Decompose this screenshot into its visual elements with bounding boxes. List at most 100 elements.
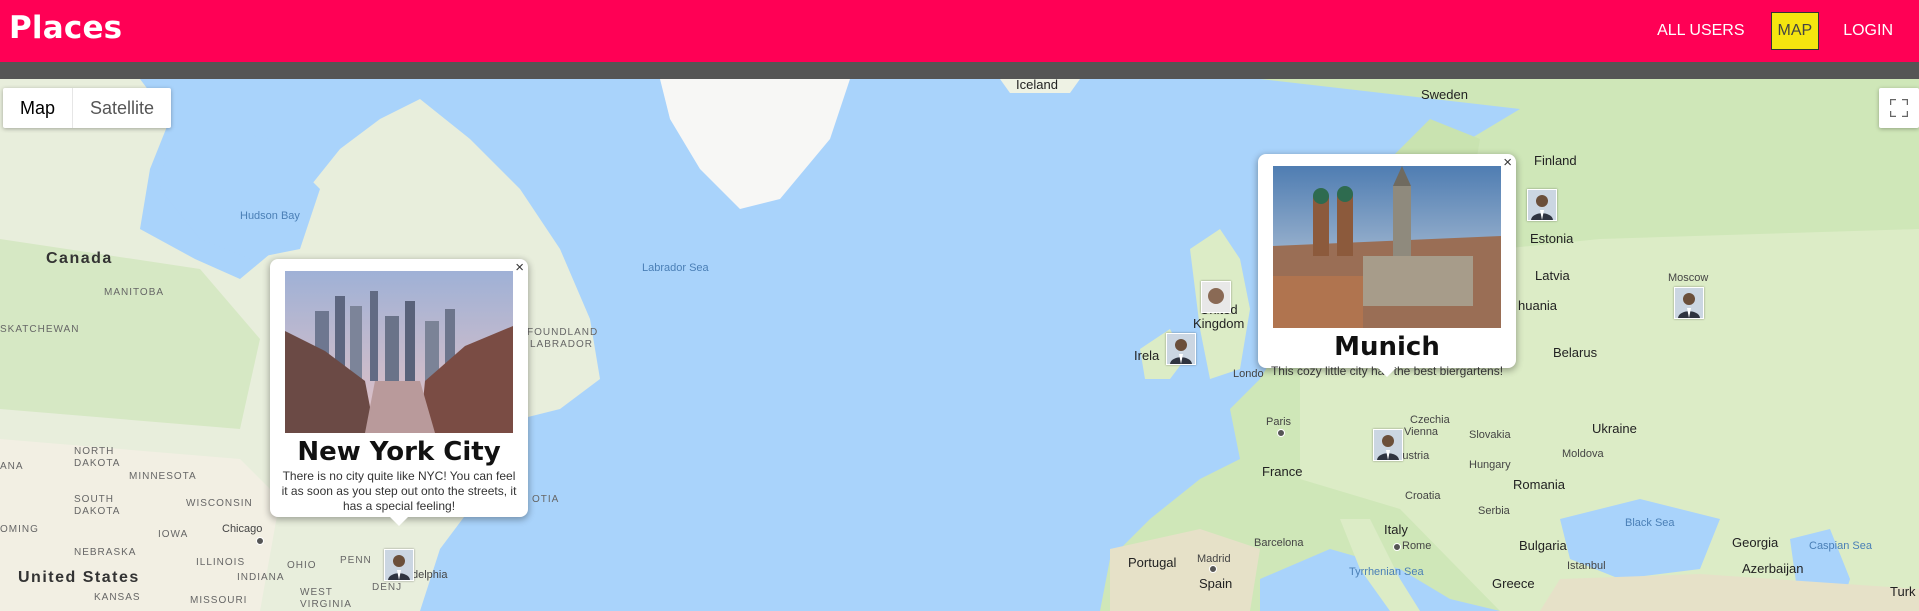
label-kansas: KANSAS [94,592,141,603]
label-wyoming: OMING [0,524,39,535]
label-lithuania: huania [1518,298,1558,313]
label-united-states: United States [18,569,140,586]
label-sweden: Sweden [1421,87,1468,102]
label-foundland: FOUNDLAND [527,327,599,338]
label-uk-2: Kingdom [1193,316,1245,331]
label-canada: Canada [46,250,113,267]
label-hungary: Hungary [1469,459,1511,471]
popup-title: New York City [297,437,501,467]
map-type-map-button[interactable]: Map [3,88,74,128]
label-wisconsin: WISCONSIN [186,498,253,509]
label-czechia: Czechia [1410,414,1450,426]
label-latvia: Latvia [1535,268,1570,283]
rome-dot [1393,543,1401,551]
label-hudson-bay: Hudson Bay [240,210,300,222]
popup-title: Munich [1334,332,1440,362]
nav-links: ALL USERS MAP LOGIN [1647,0,1919,62]
place-image [1273,166,1501,328]
label-illinois: ILLINOIS [196,557,246,568]
avatar-icon [1202,282,1230,312]
label-south-dakota-1: SOUTH [74,494,114,505]
avatar-icon [1528,190,1556,220]
madrid-dot [1209,565,1217,573]
label-south-dakota-2: DAKOTA [74,506,121,517]
label-labrador-sea: Labrador Sea [642,262,709,274]
label-saskatchewan: SKATCHEWAN [0,324,80,335]
map-type-control: Map Satellite [3,88,172,128]
label-otia: OTIA [532,494,560,505]
label-serbia: Serbia [1478,505,1510,517]
popup-close-button[interactable]: × [515,260,524,276]
place-popup: × New York City There is no city quite l… [270,259,528,526]
label-north-dakota-1: NORTH [74,446,115,457]
label-west-virginia-1: WEST [300,587,333,598]
label-madrid: Madrid [1197,553,1231,565]
fullscreen-button[interactable] [1879,88,1919,128]
map-type-satellite-button[interactable]: Satellite [73,88,171,128]
label-belarus: Belarus [1553,345,1598,360]
label-barcelona: Barcelona [1254,537,1304,549]
label-moscow: Moscow [1668,272,1709,284]
label-greece: Greece [1492,576,1535,591]
label-philadelphia: delphia [412,569,448,581]
label-black-sea: Black Sea [1625,517,1675,529]
label-labrador: LABRADOR [530,339,594,350]
label-estonia: Estonia [1530,231,1574,246]
label-rome: Rome [1402,540,1432,552]
popup-description: There is no city quite like NYC! You can… [281,469,517,513]
user-marker[interactable] [384,549,414,581]
nav-login[interactable]: LOGIN [1833,14,1903,48]
place-popup: × Munich This cozy little city has the b… [1258,154,1516,378]
label-ukraine: Ukraine [1592,421,1637,436]
chicago-dot [256,537,264,545]
label-ireland: Irela [1134,348,1160,363]
avatar-icon [385,550,413,580]
label-italy: Italy [1384,522,1408,537]
label-spain: Spain [1199,576,1233,591]
label-ohio: OHIO [287,560,317,571]
header-divider [0,62,1919,79]
label-missouri: MISSOURI [190,595,248,606]
label-london: Londo [1233,368,1264,380]
nav-map[interactable]: MAP [1770,12,1820,50]
map-canvas[interactable]: Iceland Sweden Finland Estonia Latvia hu… [0,79,1919,611]
label-vienna: Vienna [1404,426,1439,438]
user-marker[interactable] [1527,189,1557,221]
label-montana: ANA [0,461,24,472]
label-azerbaijan: Azerbaijan [1742,561,1804,576]
label-moldova: Moldova [1562,448,1604,460]
user-marker[interactable] [1373,429,1403,461]
popup-close-button[interactable]: × [1503,155,1512,171]
label-slovakia: Slovakia [1469,429,1511,441]
label-north-dakota-2: DAKOTA [74,458,121,469]
place-image [285,271,513,433]
label-tyrrhenian: Tyrrhenian Sea [1349,566,1424,578]
user-marker[interactable] [1674,287,1704,319]
label-manitoba: MANITOBA [104,287,165,298]
popup-tail [390,517,408,526]
label-chicago: Chicago [222,523,263,535]
label-georgia: Georgia [1732,535,1779,550]
label-bulgaria: Bulgaria [1519,538,1567,553]
label-new-jersey: DENJ [372,582,403,593]
label-turk: Turk [1890,584,1916,599]
label-iceland: Iceland [1016,79,1058,92]
label-croatia: Croatia [1405,490,1441,502]
label-romania: Romania [1513,477,1566,492]
user-marker[interactable] [1201,281,1231,313]
label-caspian: Caspian Sea [1809,540,1872,552]
brand-logo[interactable]: Places [9,10,122,46]
label-minnesota: MINNESOTA [129,471,197,482]
popup-tail [1378,368,1396,377]
avatar-icon [1675,288,1703,318]
label-iowa: IOWA [158,529,189,540]
nav-all-users[interactable]: ALL USERS [1647,14,1754,48]
user-marker[interactable] [1166,333,1196,365]
label-france: France [1262,464,1303,479]
label-indiana: INDIANA [237,572,285,583]
label-istanbul: Istanbul [1567,560,1606,572]
label-penn: PENN [340,555,372,566]
label-finland: Finland [1534,153,1577,168]
label-west-virginia-2: VIRGINIA [300,599,352,610]
label-nebraska: NEBRASKA [74,547,137,558]
